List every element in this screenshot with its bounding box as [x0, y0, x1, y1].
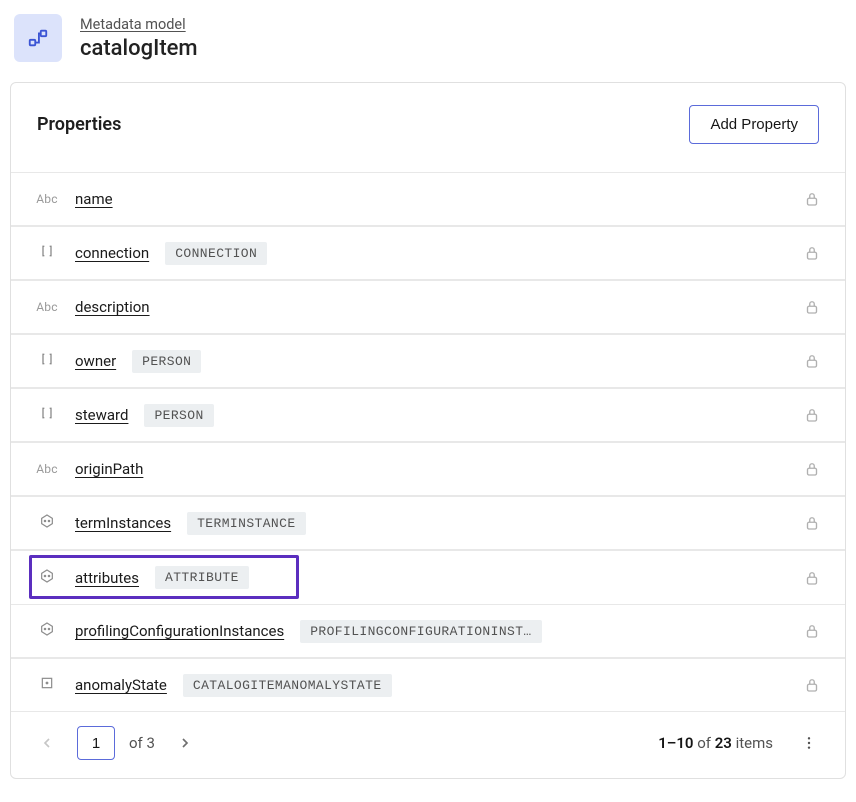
- pagination-menu-button[interactable]: [793, 727, 825, 759]
- model-icon: [14, 14, 62, 62]
- property-name-link[interactable]: attributes: [75, 569, 139, 587]
- property-row[interactable]: profilingConfigurationInstances PROFILING…: [11, 604, 845, 658]
- property-row[interactable]: anomalyState CATALOGITEMANOMALYSTATE: [11, 658, 845, 712]
- property-row[interactable]: attributes ATTRIBUTE: [11, 550, 845, 604]
- page-of-label: of 3: [129, 734, 155, 752]
- type-tag: PROFILINGCONFIGURATIONINST…: [300, 620, 541, 643]
- text-type-icon: Abc: [36, 192, 57, 206]
- property-name-link[interactable]: description: [75, 298, 150, 316]
- lock-icon: [803, 514, 821, 532]
- property-name-link[interactable]: steward: [75, 406, 128, 424]
- prev-page-button[interactable]: [31, 727, 63, 759]
- property-name-link[interactable]: connection: [75, 244, 149, 262]
- card-title: Properties: [37, 114, 121, 135]
- type-tag: ATTRIBUTE: [155, 566, 249, 589]
- lock-icon: [803, 298, 821, 316]
- multi-reference-type-icon: [39, 621, 55, 641]
- multi-reference-type-icon: [39, 568, 55, 588]
- text-type-icon: Abc: [36, 462, 57, 476]
- property-row[interactable]: connection CONNECTION: [11, 226, 845, 280]
- property-list: Abc name connection CONNECTION Abc descriptio…: [11, 172, 845, 712]
- next-page-button[interactable]: [169, 727, 201, 759]
- property-row[interactable]: steward PERSON: [11, 388, 845, 442]
- property-row[interactable]: Abc name: [11, 172, 845, 226]
- lock-icon: [803, 406, 821, 424]
- add-property-button[interactable]: Add Property: [689, 105, 819, 144]
- lock-icon: [803, 190, 821, 208]
- reference-type-icon: [39, 351, 55, 371]
- property-row[interactable]: Abc description: [11, 280, 845, 334]
- property-name-link[interactable]: originPath: [75, 460, 143, 478]
- property-name-link[interactable]: name: [75, 190, 113, 208]
- type-tag: CONNECTION: [165, 242, 267, 265]
- page-input[interactable]: [77, 726, 115, 760]
- reference-type-icon: [39, 405, 55, 425]
- lock-icon: [803, 352, 821, 370]
- breadcrumb[interactable]: Metadata model: [80, 16, 198, 33]
- lock-icon: [803, 676, 821, 694]
- property-row[interactable]: termInstances TERMINSTANCE: [11, 496, 845, 550]
- type-tag: PERSON: [132, 350, 201, 373]
- property-name-link[interactable]: owner: [75, 352, 116, 370]
- lock-icon: [803, 460, 821, 478]
- text-type-icon: Abc: [36, 300, 57, 314]
- lock-icon: [803, 569, 821, 587]
- property-name-link[interactable]: anomalyState: [75, 676, 167, 694]
- lock-icon: [803, 622, 821, 640]
- pagination: of 3 1–10 of 23 items: [11, 712, 845, 778]
- page-title: catalogItem: [80, 36, 198, 61]
- properties-card: Properties Add Property Abc name connectio…: [10, 82, 846, 779]
- lock-icon: [803, 244, 821, 262]
- single-reference-type-icon: [39, 675, 55, 695]
- item-range-label: 1–10 of 23 items: [658, 734, 773, 752]
- type-tag: CATALOGITEMANOMALYSTATE: [183, 674, 392, 697]
- property-row[interactable]: owner PERSON: [11, 334, 845, 388]
- property-name-link[interactable]: termInstances: [75, 514, 171, 532]
- property-name-link[interactable]: profilingConfigurationInstances: [75, 622, 284, 640]
- multi-reference-type-icon: [39, 513, 55, 533]
- property-row[interactable]: Abc originPath: [11, 442, 845, 496]
- type-tag: PERSON: [144, 404, 213, 427]
- type-tag: TERMINSTANCE: [187, 512, 305, 535]
- reference-type-icon: [39, 243, 55, 263]
